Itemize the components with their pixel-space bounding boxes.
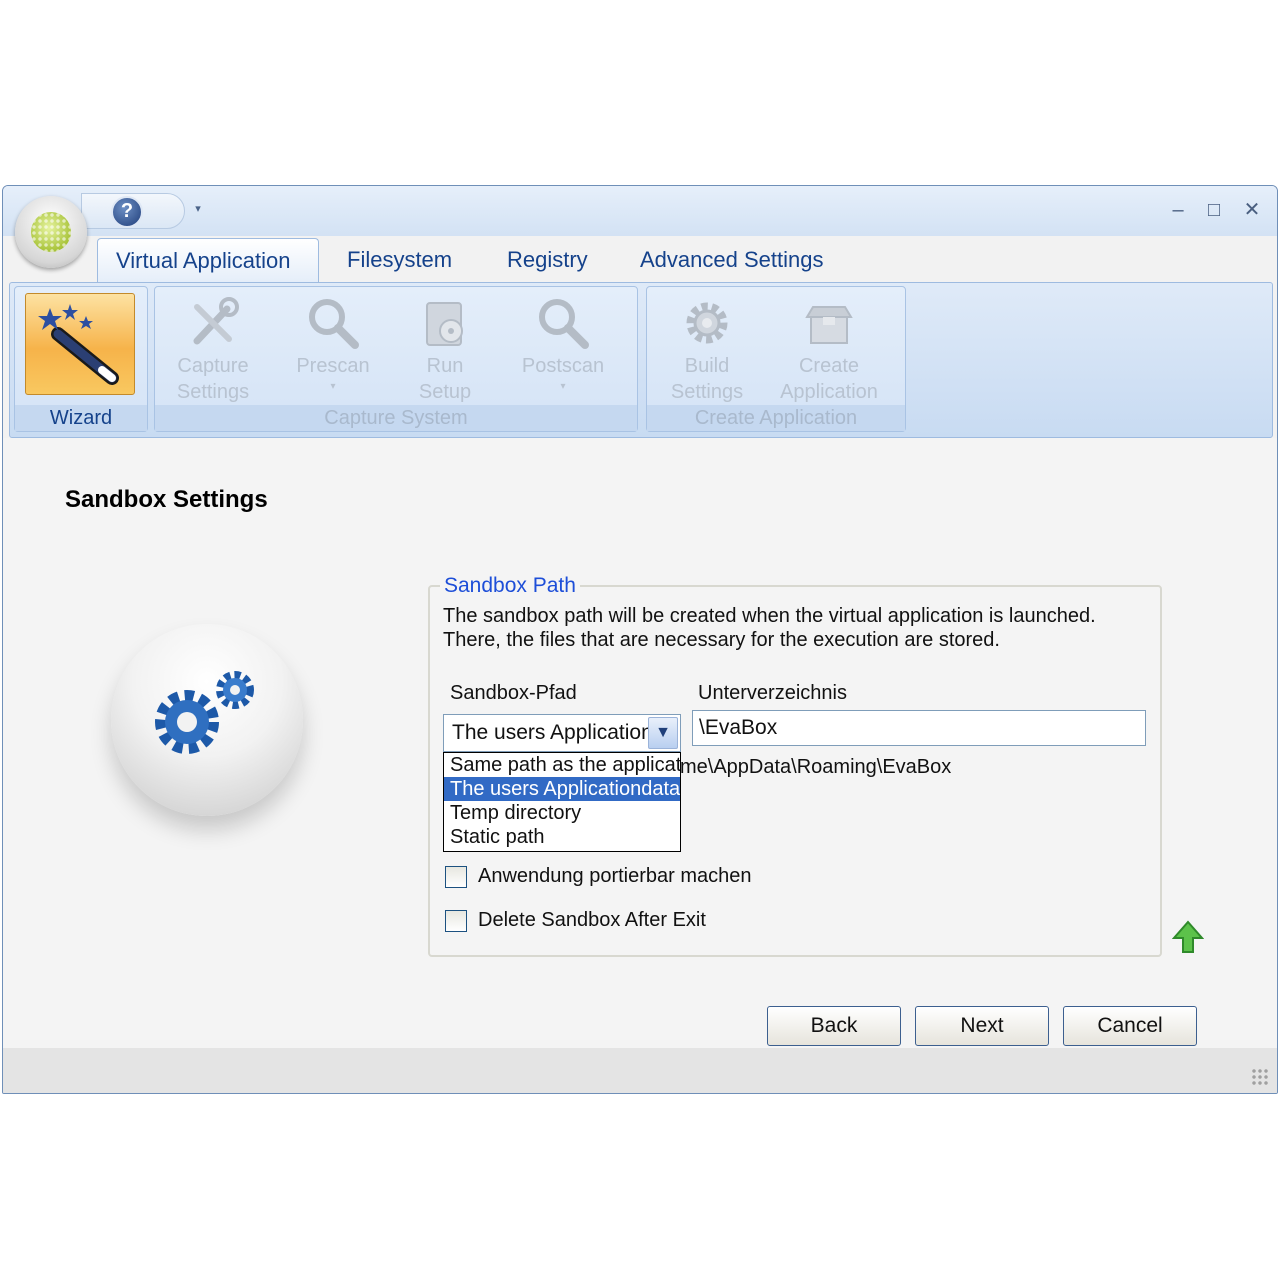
status-bar bbox=[3, 1048, 1277, 1093]
chevron-down-icon[interactable]: ▼ bbox=[648, 717, 678, 749]
next-button[interactable]: Next bbox=[915, 1006, 1049, 1046]
run-setup-label: Run Setup bbox=[418, 355, 472, 403]
subdirectory-input[interactable] bbox=[692, 710, 1146, 746]
gear-icon bbox=[686, 302, 728, 344]
prescan-label: Prescan bbox=[296, 355, 370, 377]
capture-system-group-label: Capture System bbox=[155, 405, 637, 431]
magnifier-icon bbox=[539, 299, 589, 349]
arrow-up-icon[interactable] bbox=[1172, 920, 1204, 954]
page-title: Sandbox Settings bbox=[65, 486, 268, 513]
dropdown-option-temp-directory[interactable]: Temp directory bbox=[444, 801, 680, 825]
dropdown-option-same-path[interactable]: Same path as the application bbox=[444, 753, 680, 777]
close-button[interactable]: ✕ bbox=[1237, 196, 1267, 224]
create-application-group-label: Create Application bbox=[647, 405, 905, 431]
tools-icon bbox=[193, 297, 239, 345]
application-orb-button[interactable] bbox=[15, 196, 87, 268]
sandbox-path-combo-value: The users Applicationdata bbox=[452, 721, 648, 744]
postscan-label: Postscan bbox=[521, 355, 605, 377]
tab-advanced-settings[interactable]: Advanced Settings bbox=[640, 238, 823, 282]
help-icon[interactable]: ? bbox=[111, 196, 143, 228]
dropdown-option-static-path[interactable]: Static path bbox=[444, 825, 680, 849]
capture-settings-button[interactable]: Capture Settings bbox=[165, 287, 261, 405]
create-application-button[interactable]: Create Application bbox=[767, 287, 891, 405]
sandbox-path-combo[interactable]: The users Applicationdata ▼ bbox=[443, 714, 681, 752]
sandbox-path-dropdown: Same path as the application The users A… bbox=[443, 752, 681, 852]
prescan-dropdown-icon: ▾ bbox=[330, 381, 336, 392]
qat-dropdown-icon[interactable]: ▾ bbox=[191, 200, 205, 218]
capture-settings-label: Capture Settings bbox=[176, 355, 250, 403]
orb-icon bbox=[31, 212, 71, 252]
run-setup-button[interactable]: Run Setup bbox=[405, 287, 485, 405]
ribbon: Wizard Capture Settings Prescan ▾ Run Se… bbox=[9, 282, 1273, 438]
tab-virtual-application[interactable]: Virtual Application bbox=[97, 238, 319, 282]
ribbon-group-create-application: Build Settings Create Application Create… bbox=[646, 286, 906, 432]
package-box-icon bbox=[805, 306, 853, 344]
wizard-label: Wizard bbox=[15, 405, 147, 431]
back-button[interactable]: Back bbox=[767, 1006, 901, 1046]
gears-icon bbox=[155, 671, 254, 754]
cancel-button[interactable]: Cancel bbox=[1063, 1006, 1197, 1046]
tab-registry[interactable]: Registry bbox=[507, 238, 588, 282]
dropdown-option-user-appdata[interactable]: The users Applicationdata- bbox=[444, 777, 680, 801]
portable-checkbox[interactable] bbox=[445, 866, 467, 888]
magic-wand-icon bbox=[38, 304, 119, 385]
ribbon-group-wizard: Wizard bbox=[14, 286, 148, 432]
minimize-button[interactable]: – bbox=[1163, 196, 1193, 224]
wizard-button[interactable] bbox=[25, 293, 135, 395]
build-settings-label: Build Settings bbox=[670, 355, 744, 403]
create-application-label: Create Application bbox=[780, 355, 878, 403]
app-window: ? ▾ – □ ✕ Virtual Application Filesystem… bbox=[2, 185, 1278, 1094]
tab-filesystem[interactable]: Filesystem bbox=[347, 238, 452, 282]
prescan-button[interactable]: Prescan ▾ bbox=[285, 287, 381, 405]
title-bar: ? ▾ – □ ✕ bbox=[3, 186, 1277, 236]
maximize-button[interactable]: □ bbox=[1199, 196, 1229, 224]
postscan-button[interactable]: Postscan ▾ bbox=[511, 287, 615, 405]
postscan-dropdown-icon: ▾ bbox=[560, 381, 566, 392]
build-settings-button[interactable]: Build Settings bbox=[657, 287, 757, 405]
resize-grip-icon[interactable] bbox=[1251, 1068, 1269, 1086]
delete-sandbox-checkbox[interactable] bbox=[445, 910, 467, 932]
settings-sphere-icon bbox=[111, 624, 303, 816]
setup-disc-icon bbox=[426, 302, 463, 346]
magnifier-icon bbox=[309, 299, 359, 349]
ribbon-group-capture-system: Capture Settings Prescan ▾ Run Setup Pos… bbox=[154, 286, 638, 432]
